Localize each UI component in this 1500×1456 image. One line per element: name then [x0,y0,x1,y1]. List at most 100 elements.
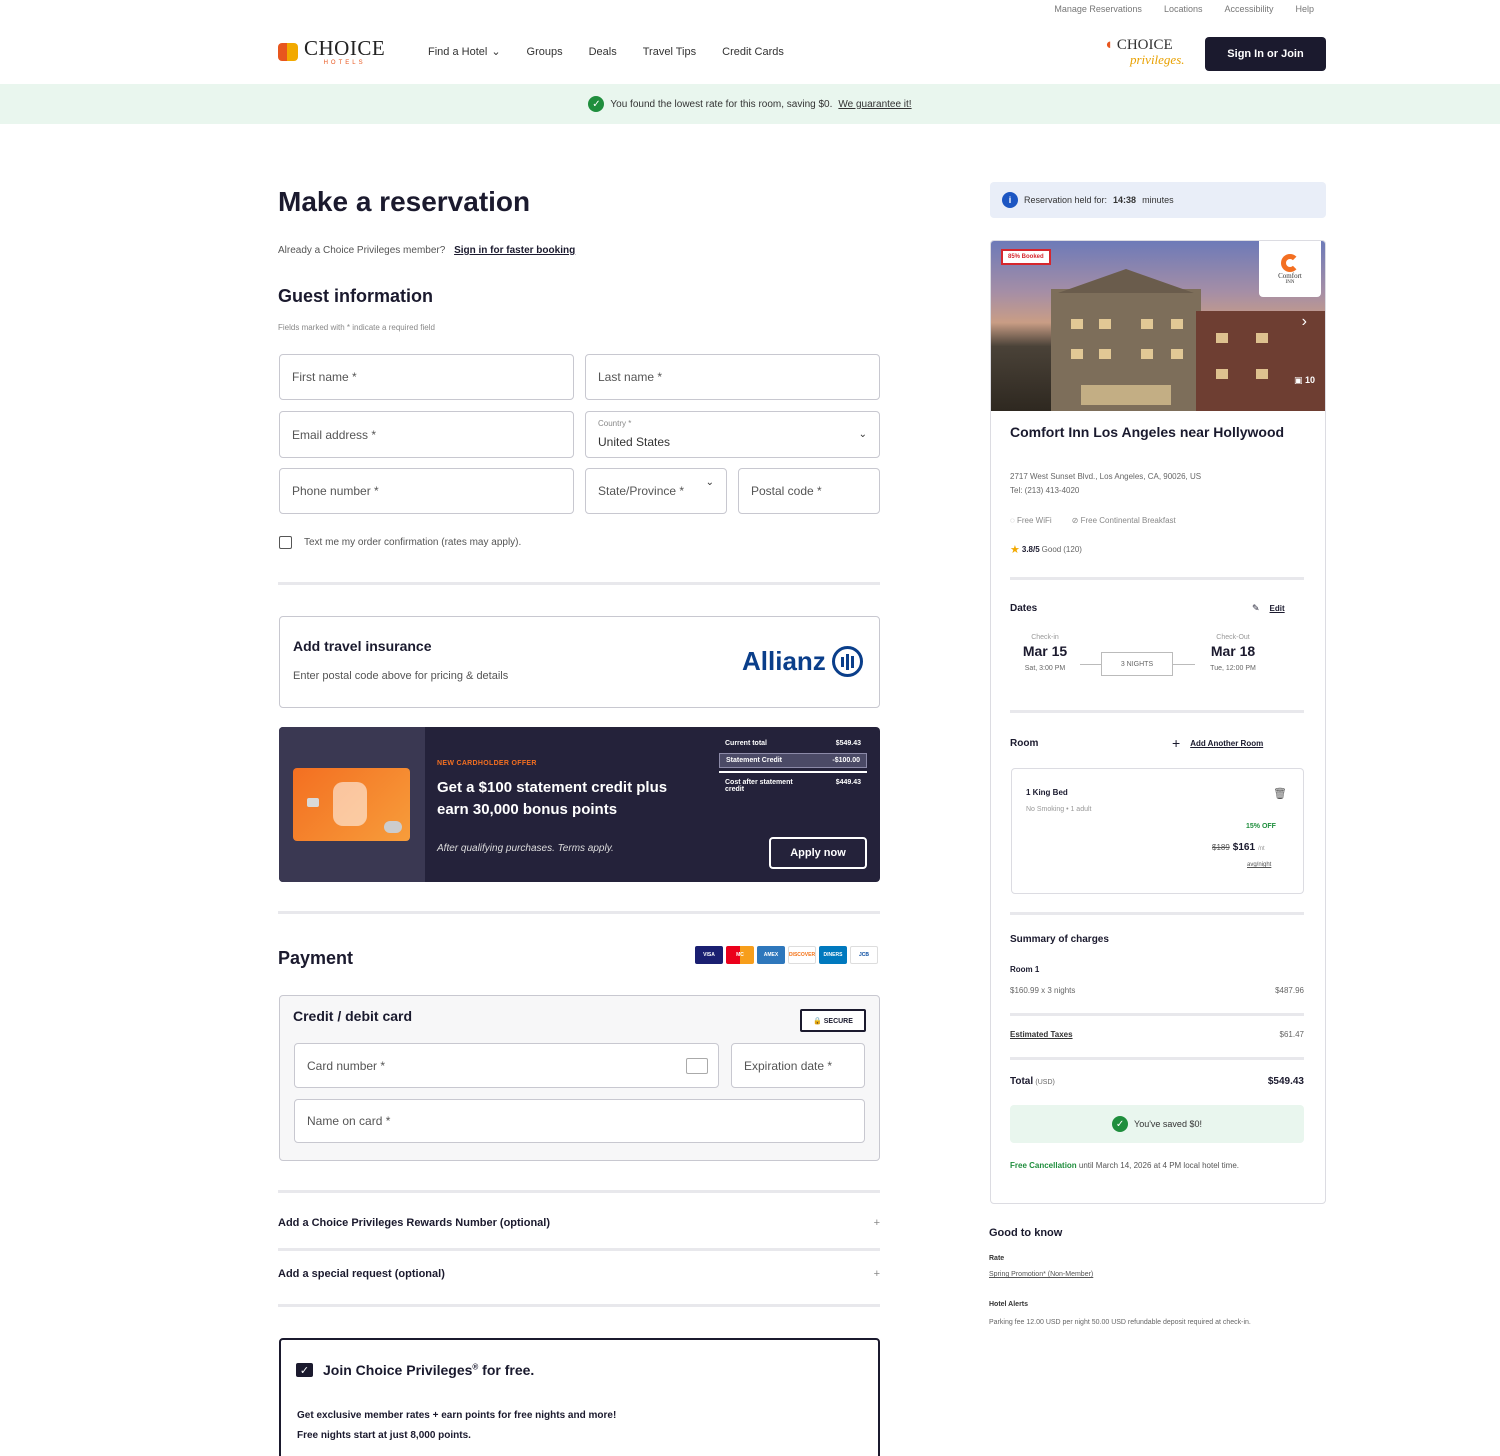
banner-guarantee-link[interactable]: We guarantee it! [838,99,911,110]
sign-in-faster-link[interactable]: Sign in for faster booking [454,245,575,256]
total-currency: (USD) [1035,1079,1055,1086]
last-name-field[interactable]: Last name * [585,354,880,400]
choice-privileges-logo[interactable]: ◖ CHOICE privileges. [1104,37,1185,67]
amenity-wifi-label: Free WiFi [1017,516,1052,525]
check-circle-icon: ✓ [1112,1116,1129,1132]
card-icon [686,1057,708,1074]
join-title-suffix: for free. [478,1362,535,1378]
checkin-date-value: Mar 15 [1022,643,1068,659]
estimated-taxes-link[interactable]: Estimated Taxes [1010,1030,1073,1039]
rate-link[interactable]: Spring Promotion* (Non-Member) [989,1271,1093,1278]
checkin-label: Check-in [1031,634,1059,641]
nights-count: 3 NIGHTS [1101,652,1173,676]
card-number-placeholder: Card number * [307,1058,386,1073]
cancellation-note: Free Cancellation until March 14, 2026 a… [1010,1159,1300,1173]
room-discount: 15% OFF [1246,823,1276,830]
required-note: Fields marked with * indicate a required… [278,323,435,332]
edit-dates[interactable]: ✎ Edit [1252,603,1285,614]
country-select[interactable]: Country * United States ⌄ [585,411,880,458]
promo-row-label: Cost after statement credit [725,779,793,793]
discover-icon: DISCOVER [788,946,816,964]
held-prefix: Reservation held for: [1024,195,1108,205]
rewards-number-accordion[interactable]: Add a Choice Privileges Rewards Number (… [278,1217,880,1229]
privileges-logo-text: CHOICE [1116,37,1173,53]
utility-link-manage[interactable]: Manage Reservations [1054,4,1142,14]
join-description: Get exclusive member rates + earn points… [297,1406,616,1446]
privileges-logo-script: privileges. [1130,52,1185,67]
divider [1010,577,1304,580]
credit-card-promo: NEW CARDHOLDER OFFER Get a $100 statemen… [279,727,880,882]
promo-row-label: Current total [725,740,767,747]
card-number-field[interactable]: Card number * [294,1043,719,1088]
hotel-rating[interactable]: ★ 3.8/5 Good (120) [1010,543,1082,556]
nav-credit-cards[interactable]: Credit Cards [722,45,784,58]
divider [1010,1013,1304,1016]
held-timer: 14:38 [1113,195,1137,205]
utility-link-accessibility[interactable]: Accessibility [1224,4,1273,14]
nav-travel-tips[interactable]: Travel Tips [643,45,696,58]
email-field[interactable]: Email address * [279,411,574,458]
charges-room-label: Room 1 [1010,965,1040,974]
card-form-title: Credit / debit card [293,1008,413,1024]
review-count: (120) [1063,545,1082,554]
photo-count[interactable]: ▣ 10 [1294,375,1315,386]
secure-badge: 🔒 SECURE [800,1009,866,1032]
main-nav: Find a Hotel ⌄ Groups Deals Travel Tips C… [428,45,784,59]
phone-placeholder: Phone number * [292,484,379,498]
state-select[interactable]: State/Province * ⌄ [585,468,727,514]
expiration-date-field[interactable]: Expiration date * [731,1043,865,1088]
charges-taxes-value: $61.47 [1279,1030,1304,1039]
date-connector [1080,664,1101,665]
card-logo-icon [333,782,367,826]
amenities: ◌ Free WiFi ⊘ Free Continental Breakfast [1010,516,1176,525]
room-card [1011,768,1304,894]
promo-row: Cost after statement credit $449.43 [719,771,867,796]
add-room[interactable]: + Add Another Room [1172,735,1263,751]
photo-count-value: 10 [1304,375,1315,385]
name-on-card-field[interactable]: Name on card * [294,1099,865,1143]
room-price: $189 $161 /nt [1212,842,1265,853]
special-request-accordion[interactable]: Add a special request (optional) + [278,1268,880,1280]
divider [1010,1057,1304,1060]
charges-nights-value: $487.96 [1275,986,1304,995]
date-connector [1173,664,1195,665]
allianz-eagle-icon [831,646,863,677]
cancel-bold: Free Cancellation [1010,1161,1077,1170]
hotel-photo[interactable]: 85% Booked Comfort INN › ▣ 10 [991,241,1325,411]
nav-deals[interactable]: Deals [589,45,617,58]
choice-hotels-logo[interactable]: CHOICE HOTELS [278,38,385,66]
promo-row-value: $449.43 [835,779,861,786]
join-checkbox[interactable]: ✓ [296,1363,313,1377]
promo-row-value: -$100.00 [832,757,860,764]
nav-groups[interactable]: Groups [527,45,563,58]
hotel-name[interactable]: Comfort Inn Los Angeles near Hollywood [1010,422,1300,443]
add-room-link: Add Another Room [1190,738,1264,748]
room-old-price: $189 [1212,843,1230,852]
nav-find-hotel[interactable]: Find a Hotel ⌄ [428,45,501,59]
phone-field[interactable]: Phone number * [279,468,574,514]
charges-title: Summary of charges [1010,934,1109,945]
first-name-field[interactable]: First name * [279,354,574,400]
credit-card-image [293,768,410,841]
sign-in-button[interactable]: Sign In or Join [1205,37,1326,71]
join-privileges-row[interactable]: ✓ Join Choice Privileges® for free. [296,1362,534,1378]
amenity-wifi: ◌ Free WiFi [1010,516,1052,525]
privileges-logo-icon: ◖ [1104,37,1114,53]
apply-now-button[interactable]: Apply now [769,837,867,869]
chevron-right-icon[interactable]: › [1302,313,1307,331]
text-me-checkbox[interactable] [279,536,292,549]
charges-total-row: Total (USD) $549.43 [1010,1076,1304,1087]
postal-code-field[interactable]: Postal code * [738,468,880,514]
avg-night-link[interactable]: avg/night [1247,862,1271,868]
utility-link-help[interactable]: Help [1295,4,1314,14]
trash-icon[interactable]: 🗑 [1273,787,1287,800]
room-new-price: $161 [1232,842,1256,853]
total-label: Total [1010,1076,1034,1087]
payment-icons: VISA MC AMEX DISCOVER DINERS JCB [695,946,878,964]
divider [278,1304,880,1307]
logo-sub: HOTELS [323,60,366,66]
utility-link-locations[interactable]: Locations [1164,4,1203,14]
logo-wordmark: CHOICE [304,36,386,60]
rating-score: 3.8/5 [1021,545,1040,554]
plus-icon: + [873,1217,880,1229]
